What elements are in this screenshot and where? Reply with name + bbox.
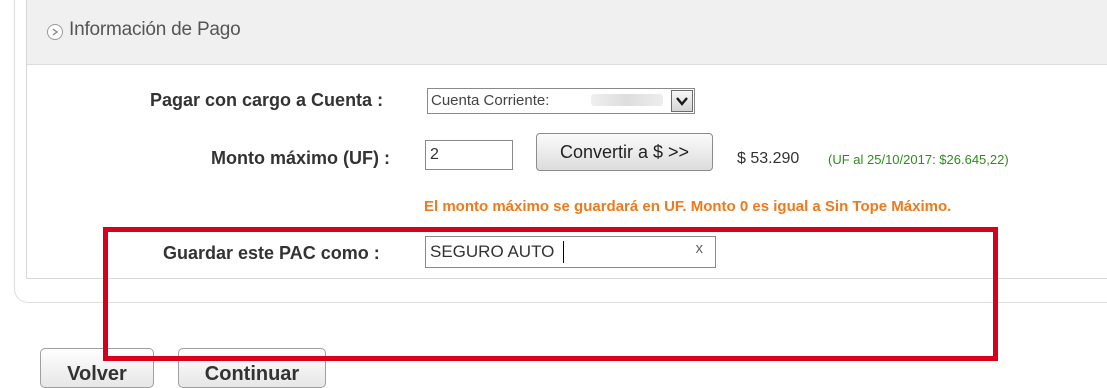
uf-rate-note: (UF al 25/10/2017: $26.645,22) — [828, 152, 1009, 167]
section-title: Información de Pago — [69, 19, 241, 40]
converted-amount: $ 53.290 — [737, 150, 800, 167]
section-header: Información de Pago — [27, 0, 1107, 65]
chevron-down-icon[interactable] — [671, 90, 693, 112]
highlight-annotation — [103, 227, 998, 361]
account-label: Pagar con cargo a Cuenta : — [150, 90, 384, 110]
amount-label: Monto máximo (UF) : — [211, 148, 390, 168]
max-amount-warning: El monto máximo se guardará en UF. Monto… — [424, 198, 952, 215]
account-select[interactable]: Cuenta Corriente: — [427, 88, 695, 114]
account-select-value: Cuenta Corriente: — [431, 92, 550, 109]
convert-button[interactable]: Convertir a $ >> — [536, 133, 713, 171]
chevron-right-icon — [47, 24, 63, 40]
max-amount-input[interactable] — [425, 140, 513, 170]
redacted-account-number — [591, 94, 663, 106]
